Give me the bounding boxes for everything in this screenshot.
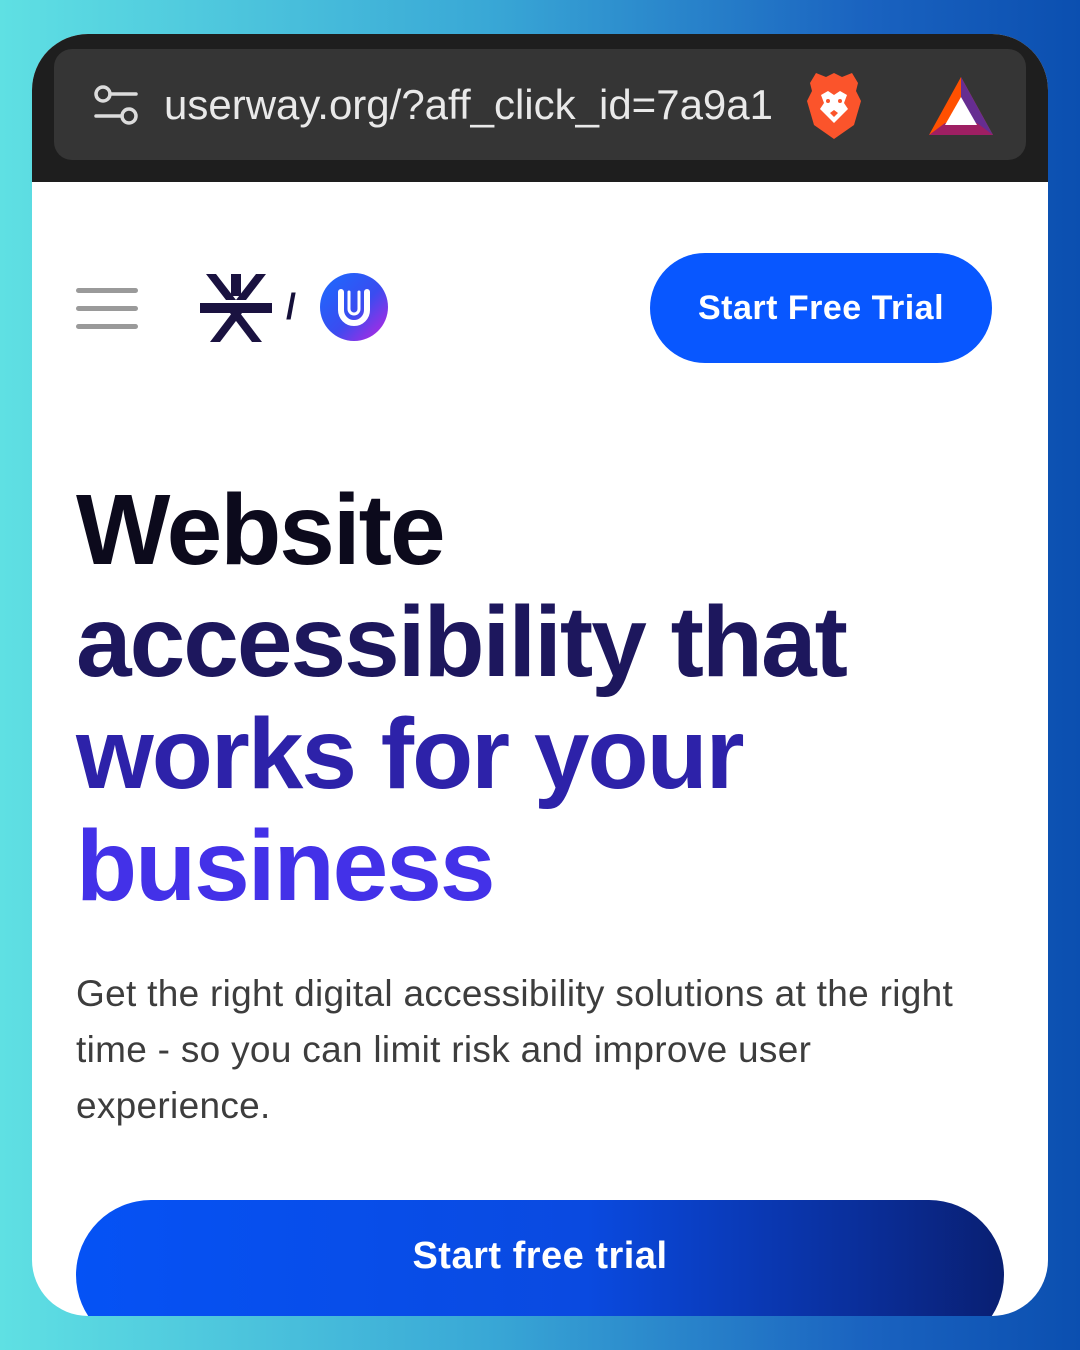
bat-triangle-icon[interactable] xyxy=(929,77,993,135)
userway-logo[interactable] xyxy=(319,272,389,342)
browser-toolbar: userway.org/?aff_click_id=7a9a1 xyxy=(32,34,1048,182)
headline-line: accessibility that xyxy=(76,586,848,698)
address-bar[interactable]: userway.org/?aff_click_id=7a9a1 xyxy=(54,49,1026,160)
level-access-logo[interactable] xyxy=(198,274,274,342)
headline-line: Website xyxy=(76,474,446,586)
phone-screen: userway.org/?aff_click_id=7a9a1 / Start … xyxy=(32,34,1048,1316)
hero-headline: Website accessibility that works for you… xyxy=(76,474,1016,922)
start-free-trial-button[interactable]: Start Free Trial xyxy=(650,253,992,363)
start-free-trial-main-button[interactable]: Start free trial xyxy=(76,1200,1004,1316)
logo-divider: / xyxy=(286,286,297,327)
hero-subtext: Get the right digital accessibility solu… xyxy=(76,973,954,1126)
headline-line: business xyxy=(76,810,496,922)
tune-icon[interactable] xyxy=(94,85,138,125)
brave-lion-icon[interactable] xyxy=(804,69,864,141)
headline-line: works for your xyxy=(76,698,745,810)
url-text[interactable]: userway.org/?aff_click_id=7a9a1 xyxy=(164,77,789,133)
menu-icon[interactable] xyxy=(76,288,138,330)
